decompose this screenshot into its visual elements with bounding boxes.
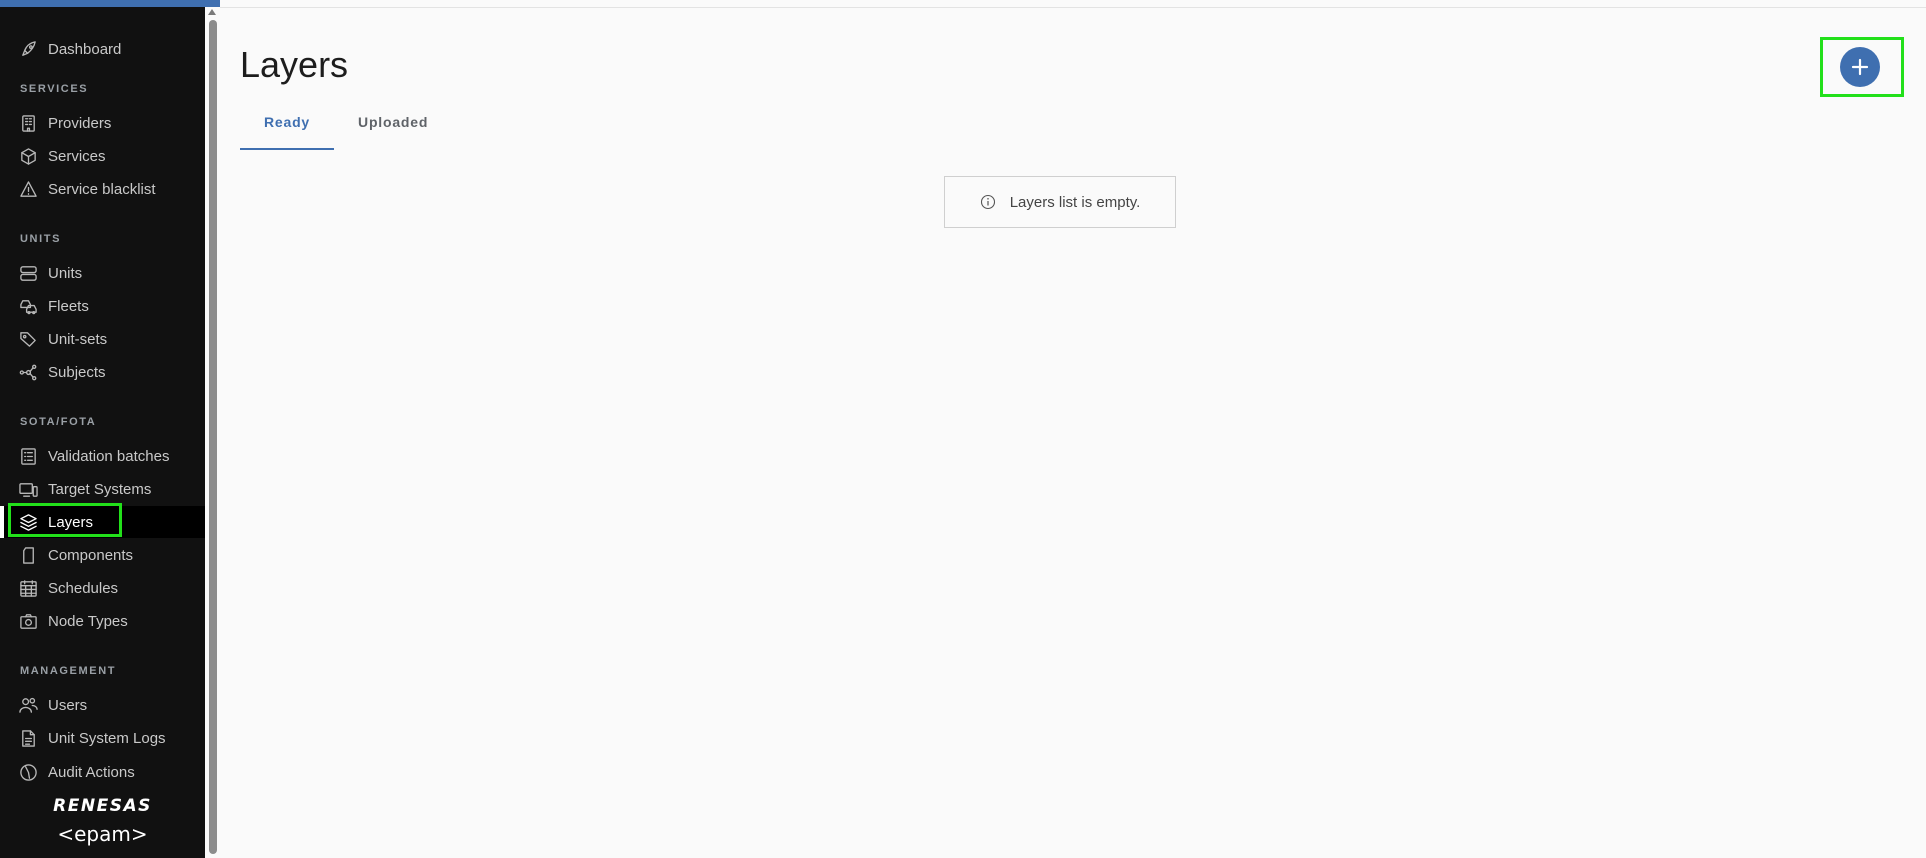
sidebar-item-label: Schedules [48,579,119,597]
tab-uploaded[interactable]: Uploaded [334,114,452,150]
sidebar-item-layers[interactable]: Layers [0,506,205,538]
sidebar-item-units[interactable]: Units [0,257,205,289]
sidebar-item-schedules[interactable]: Schedules [0,572,205,604]
info-icon [980,194,996,210]
sidebar-item-label: Components [48,546,134,564]
sidebar-item-unit-sets[interactable]: Unit-sets [0,323,205,355]
empty-message: Layers list is empty. [1009,193,1141,211]
active-indicator [0,506,4,538]
sidebar-item-label: Providers [48,114,112,132]
sidebar-item-label: Users [48,696,88,714]
sidebar-item-label: Layers [48,513,94,531]
sidebar-item-users[interactable]: Users [0,689,205,721]
scroll-up-arrow-icon[interactable] [208,9,216,15]
plus-icon [1851,58,1869,76]
epam-logo: <epam> [57,822,148,846]
sidebar-item-label: Service blacklist [48,180,156,198]
renesas-logo: RENESAS [53,796,152,816]
fleet-icon [18,296,38,316]
building-icon [18,113,38,133]
tab-bar: Ready Uploaded [240,114,452,150]
empty-state-notice: Layers list is empty. [944,176,1176,228]
audit-icon [18,762,38,782]
sidebar: Dashboard SERVICES Providers Services Se… [0,7,205,858]
calendar-icon [18,578,38,598]
add-layer-button[interactable] [1840,47,1880,87]
sidebar-item-providers[interactable]: Providers [0,107,205,139]
top-divider [220,7,1926,8]
sidebar-item-services[interactable]: Services [0,140,205,172]
sidebar-item-label: Fleets [48,297,89,315]
devices-icon [18,479,38,499]
cube-icon [18,146,38,166]
section-title-management: MANAGEMENT [20,665,117,677]
server-icon [18,263,38,283]
page-title: Layers [240,44,349,85]
sidebar-item-validation-batches[interactable]: Validation batches [0,440,205,472]
sidebar-item-label: Dashboard [48,40,122,58]
sd-card-icon [18,545,38,565]
sidebar-item-label: Unit System Logs [48,729,166,747]
sidebar-item-label: Validation batches [48,447,170,465]
section-title-units: UNITS [20,233,61,245]
sidebar-item-unit-system-logs[interactable]: Unit System Logs [0,722,205,754]
layers-icon [18,512,38,532]
section-title-services: SERVICES [20,83,89,95]
sidebar-item-label: Node Types [48,612,128,630]
sidebar-item-service-blacklist[interactable]: Service blacklist [0,173,205,205]
tab-ready[interactable]: Ready [240,114,335,150]
camera-icon [18,611,38,631]
warning-icon [18,179,38,199]
sidebar-item-subjects[interactable]: Subjects [0,356,205,388]
top-accent-bar [0,0,220,7]
scrollbar-thumb[interactable] [209,20,217,854]
sidebar-item-label: Subjects [48,363,106,381]
sidebar-item-fleets[interactable]: Fleets [0,290,205,322]
sidebar-item-target-systems[interactable]: Target Systems [0,473,205,505]
document-icon [18,728,38,748]
users-icon [18,695,38,715]
tags-icon [18,329,38,349]
sidebar-item-label: Unit-sets [48,330,108,348]
sidebar-item-label: Target Systems [48,480,152,498]
section-title-sota: SOTA/FOTA [20,416,97,428]
sidebar-item-node-types[interactable]: Node Types [0,605,205,637]
rocket-icon [18,39,38,59]
network-icon [18,362,38,382]
sidebar-item-components[interactable]: Components [0,539,205,571]
sidebar-item-audit-actions[interactable]: Audit Actions [0,756,205,788]
sidebar-item-label: Services [48,147,106,165]
sidebar-item-dashboard[interactable]: Dashboard [0,33,205,65]
sidebar-item-label: Units [48,264,83,282]
checklist-icon [18,446,38,466]
sidebar-item-label: Audit Actions [48,763,135,781]
